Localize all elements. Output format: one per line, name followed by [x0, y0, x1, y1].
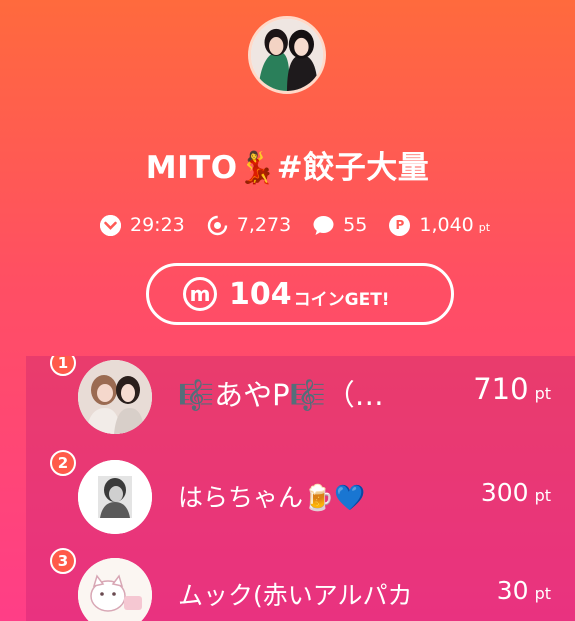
stat-viewers-value: 7,273 [236, 214, 292, 236]
stat-comments-value: 55 [343, 214, 368, 236]
p-coin-icon: P [389, 214, 411, 236]
ranking-name: ムック(赤いアルパカ [178, 581, 413, 610]
ranking-row[interactable]: 1 🎼あやP🎼（… 710 pt [26, 356, 575, 442]
m-coin-icon: m [183, 277, 217, 311]
ranking-points: 30 pt [497, 576, 551, 605]
coin-get-label: コインGET! [293, 289, 390, 310]
host-avatar[interactable] [248, 16, 326, 94]
ranking-points-value: 710 [473, 372, 529, 406]
ranking-points-unit: pt [534, 486, 551, 505]
stat-points-value: 1,040 [419, 214, 474, 236]
eye-icon [207, 215, 228, 236]
coin-get-button[interactable]: m 104 コインGET! [146, 263, 454, 325]
ranking-points-unit: pt [534, 384, 551, 403]
rank-badge: 3 [50, 548, 76, 574]
ranking-row[interactable]: 2 はらちゃん🍺💙 300 pt [26, 450, 575, 542]
ranking-name: 🎼あやP🎼（… [178, 378, 384, 412]
ranking-points: 300 pt [481, 478, 551, 507]
avatar[interactable] [78, 558, 152, 621]
stat-viewers: 7,273 [207, 214, 291, 236]
coin-amount: 104 [229, 276, 292, 312]
broadcast-title: MITO💃#餃子大量 [145, 150, 430, 186]
stat-points: P 1,040 pt [389, 214, 490, 236]
ranking-points-value: 30 [496, 576, 529, 605]
avatar[interactable] [78, 360, 152, 434]
stat-comments: 55 [313, 214, 367, 236]
speech-bubble-icon [313, 215, 334, 236]
rank-badge: 1 [50, 356, 76, 376]
ranking-name: はらちゃん🍺💙 [178, 483, 366, 512]
ranking-list: 1 🎼あやP🎼（… 710 pt 2 はらちゃん🍺💙 300 pt 3 ムック(… [26, 356, 575, 621]
stat-points-unit: pt [478, 220, 491, 234]
ranking-points-value: 300 [480, 478, 529, 507]
stat-time-value: 29:23 [130, 214, 185, 236]
avatar[interactable] [78, 460, 152, 534]
stats-bar: 29:23 7,273 55 P 1,040 pt [100, 210, 512, 240]
rank-badge: 2 [50, 450, 76, 476]
ranking-row[interactable]: 3 ムック(赤いアルパカ 30 pt [26, 548, 575, 621]
chevron-down-icon [100, 214, 121, 236]
ranking-points: 710 pt [473, 372, 551, 406]
stat-time: 29:23 [100, 214, 185, 236]
ranking-points-unit: pt [534, 584, 551, 603]
